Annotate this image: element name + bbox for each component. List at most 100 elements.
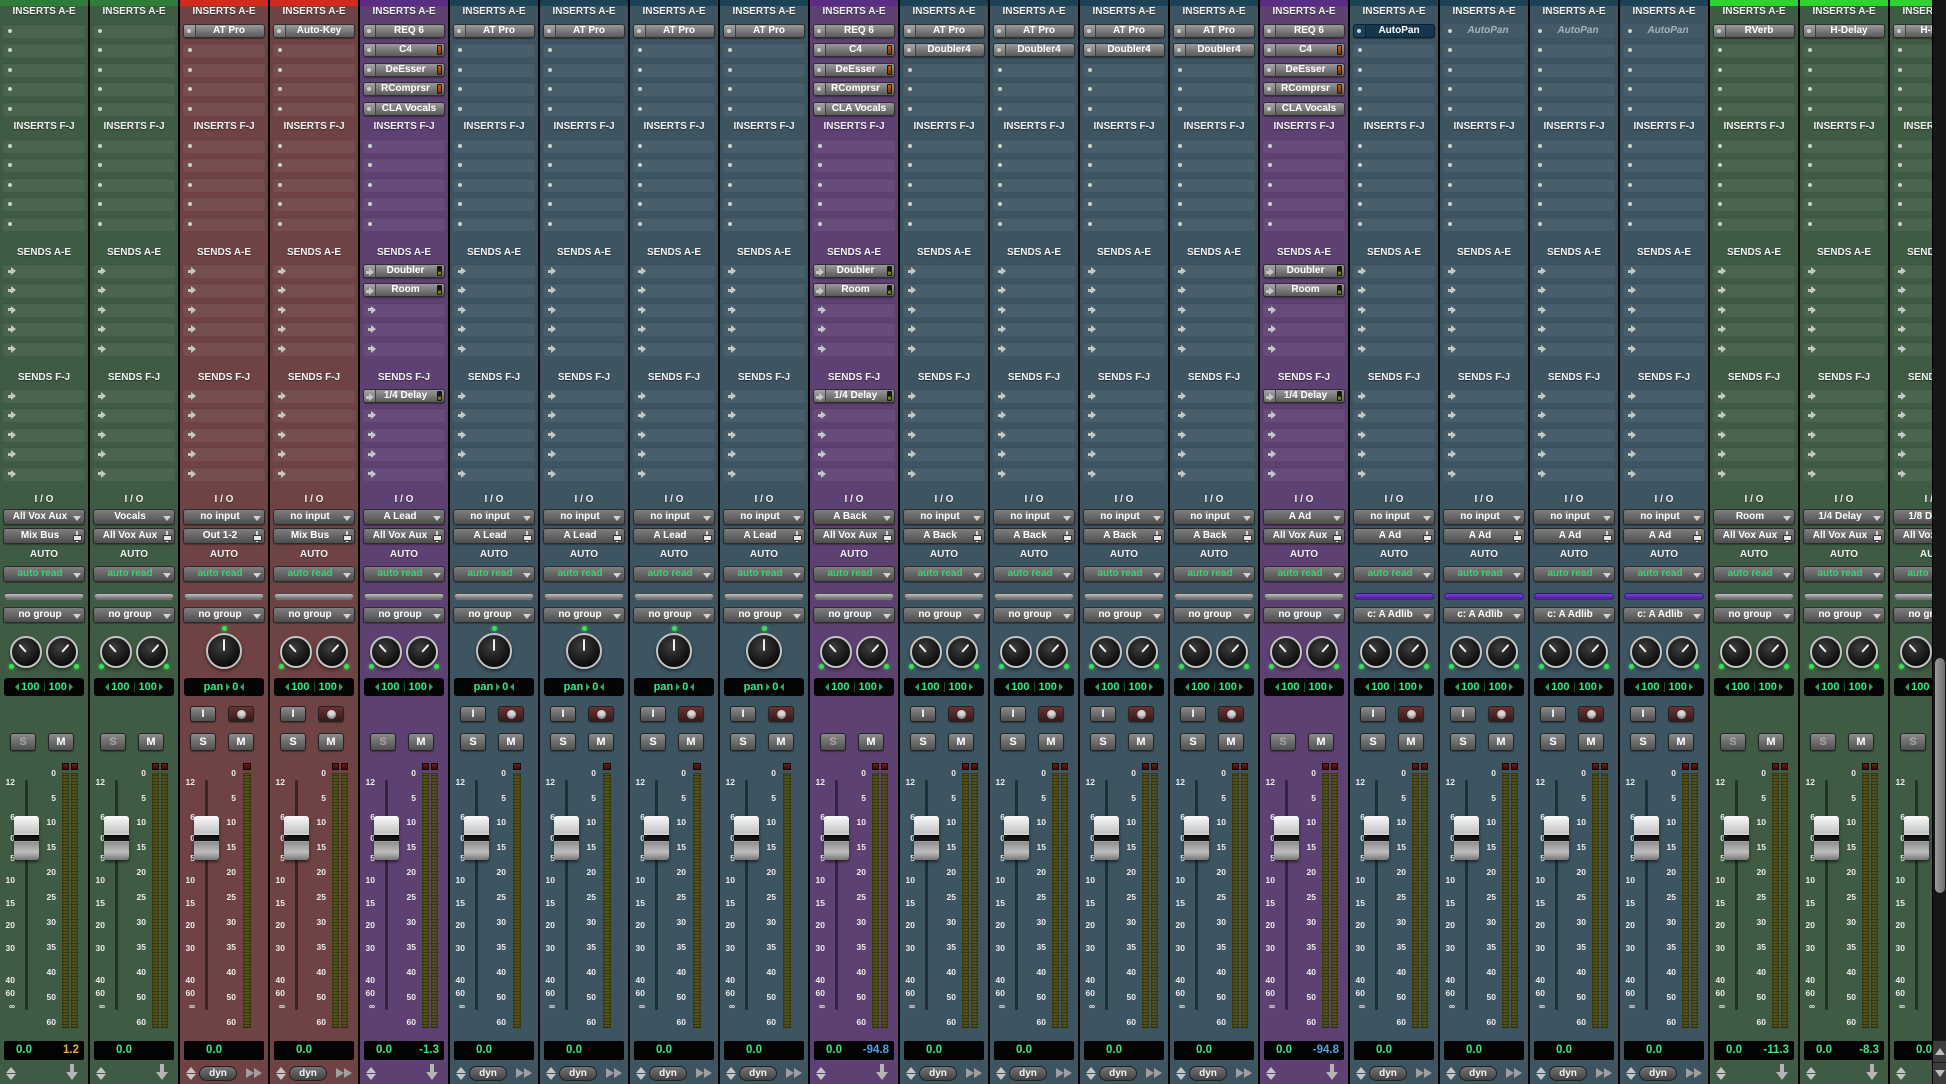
elastic-audio-button[interactable]: dyn: [469, 1066, 507, 1081]
insert-slot-empty[interactable]: [1533, 63, 1615, 77]
clip-indicator[interactable]: [152, 763, 159, 770]
send-slot-empty[interactable]: [93, 467, 175, 481]
insert-slot-empty[interactable]: [813, 217, 895, 231]
solo-button[interactable]: S: [190, 733, 216, 751]
send-slot[interactable]: Doubler: [363, 264, 445, 278]
pan-knob[interactable]: [1306, 636, 1338, 668]
send-slot-empty[interactable]: [1173, 408, 1255, 422]
insert-slot-empty[interactable]: [453, 102, 535, 116]
solo-button[interactable]: S: [1900, 733, 1926, 751]
insert-slot-empty[interactable]: [3, 63, 85, 77]
insert-slot-empty[interactable]: [1803, 178, 1885, 192]
insert-slot-empty[interactable]: [1353, 82, 1435, 96]
record-arm-button[interactable]: [948, 706, 974, 722]
insert-assign-button[interactable]: [364, 25, 376, 37]
send-slot-empty[interactable]: [543, 389, 625, 403]
insert-slot[interactable]: DeEsser: [1263, 63, 1345, 77]
insert-assign-button[interactable]: [994, 25, 1006, 37]
insert-slot-empty[interactable]: [723, 82, 805, 96]
send-slot-empty[interactable]: [363, 428, 445, 442]
send-slot-empty[interactable]: [1533, 428, 1615, 442]
input-monitor-button[interactable]: I: [1630, 706, 1656, 722]
send-slot-empty[interactable]: [273, 322, 355, 336]
insert-slot-empty[interactable]: [1263, 197, 1345, 211]
insert-assign-button[interactable]: [544, 25, 556, 37]
fader-track[interactable]: [745, 780, 748, 1010]
pan-knob[interactable]: [1630, 636, 1662, 668]
insert-slot-empty[interactable]: [1443, 63, 1525, 77]
pan-knob[interactable]: [1000, 636, 1032, 668]
clip-indicator[interactable]: [1772, 763, 1779, 770]
send-slot-empty[interactable]: [1533, 342, 1615, 356]
solo-button[interactable]: S: [280, 733, 306, 751]
send-slot-empty[interactable]: [1083, 342, 1165, 356]
send-slot-empty[interactable]: [1353, 303, 1435, 317]
clip-indicator[interactable]: [1502, 763, 1509, 770]
send-slot-empty[interactable]: [1713, 389, 1795, 403]
send-slot-empty[interactable]: [273, 303, 355, 317]
insert-slot-empty[interactable]: [1083, 139, 1165, 153]
send-slot-empty[interactable]: [903, 303, 985, 317]
pan-knob[interactable]: [10, 636, 42, 668]
clip-indicator[interactable]: [1511, 763, 1518, 770]
send-slot-empty[interactable]: [3, 303, 85, 317]
pan-knob[interactable]: [46, 636, 78, 668]
send-slot-empty[interactable]: [93, 322, 175, 336]
insert-slot-empty[interactable]: [993, 158, 1075, 172]
insert-slot-empty[interactable]: [1533, 178, 1615, 192]
send-assign-button[interactable]: [1264, 390, 1276, 402]
input-monitor-button[interactable]: I: [460, 706, 486, 722]
mute-button[interactable]: M: [588, 733, 614, 751]
fader-handle[interactable]: [1634, 816, 1659, 860]
volume-display[interactable]: 0.0-11.3: [1714, 1041, 1794, 1060]
down-arrow-icon[interactable]: [1866, 1064, 1878, 1081]
output-selector[interactable]: A Ad: [1623, 528, 1705, 544]
pan-display[interactable]: 100100: [1264, 678, 1344, 696]
mute-button[interactable]: M: [408, 733, 434, 751]
insert-slot-empty[interactable]: [633, 178, 715, 192]
send-slot-empty[interactable]: [1533, 264, 1615, 278]
automation-mode-selector[interactable]: auto read: [1353, 566, 1435, 582]
insert-slot-empty[interactable]: [1443, 158, 1525, 172]
send-slot-empty[interactable]: [1083, 467, 1165, 481]
solo-button[interactable]: S: [730, 733, 756, 751]
input-selector[interactable]: no input: [723, 509, 805, 525]
send-assign-button[interactable]: [364, 265, 376, 277]
fader-track[interactable]: [565, 780, 568, 1010]
insert-slot-empty[interactable]: [723, 178, 805, 192]
volume-display[interactable]: 0.0-94.8: [814, 1041, 894, 1060]
insert-slot[interactable]: AT Pro: [1173, 24, 1255, 38]
record-arm-button[interactable]: [498, 706, 524, 722]
insert-slot-empty[interactable]: [1713, 102, 1795, 116]
automation-mode-selector[interactable]: auto read: [1173, 566, 1255, 582]
insert-slot-empty[interactable]: [543, 43, 625, 57]
insert-slot-empty[interactable]: [633, 82, 715, 96]
input-selector[interactable]: 1/4 Delay: [1803, 509, 1885, 525]
track-height-icon[interactable]: [1265, 1067, 1277, 1080]
send-slot-empty[interactable]: [1353, 447, 1435, 461]
insert-assign-button[interactable]: [994, 44, 1006, 56]
insert-slot-empty[interactable]: [3, 43, 85, 57]
playlist-icon[interactable]: [246, 1068, 264, 1079]
send-slot-empty[interactable]: [1623, 447, 1705, 461]
insert-assign-button[interactable]: [904, 44, 916, 56]
send-slot-empty[interactable]: [1083, 322, 1165, 336]
clip-indicator[interactable]: [341, 763, 348, 770]
insert-slot-empty[interactable]: [633, 158, 715, 172]
send-slot-empty[interactable]: [633, 467, 715, 481]
insert-slot-empty[interactable]: [1443, 197, 1525, 211]
send-slot-empty[interactable]: [453, 428, 535, 442]
send-slot-empty[interactable]: [903, 322, 985, 336]
insert-slot-empty[interactable]: [993, 63, 1075, 77]
insert-slot-empty[interactable]: [183, 178, 265, 192]
volume-display[interactable]: 0.0: [904, 1041, 984, 1060]
insert-slot-empty[interactable]: [1083, 217, 1165, 231]
insert-slot-empty[interactable]: [993, 178, 1075, 192]
clip-indicator[interactable]: [1241, 763, 1248, 770]
insert-slot-empty[interactable]: [1803, 82, 1885, 96]
input-monitor-button[interactable]: I: [1360, 706, 1386, 722]
insert-slot-empty[interactable]: [1533, 217, 1615, 231]
group-selector[interactable]: no group: [813, 607, 895, 623]
input-selector[interactable]: no input: [993, 509, 1075, 525]
insert-slot-empty[interactable]: [93, 197, 175, 211]
